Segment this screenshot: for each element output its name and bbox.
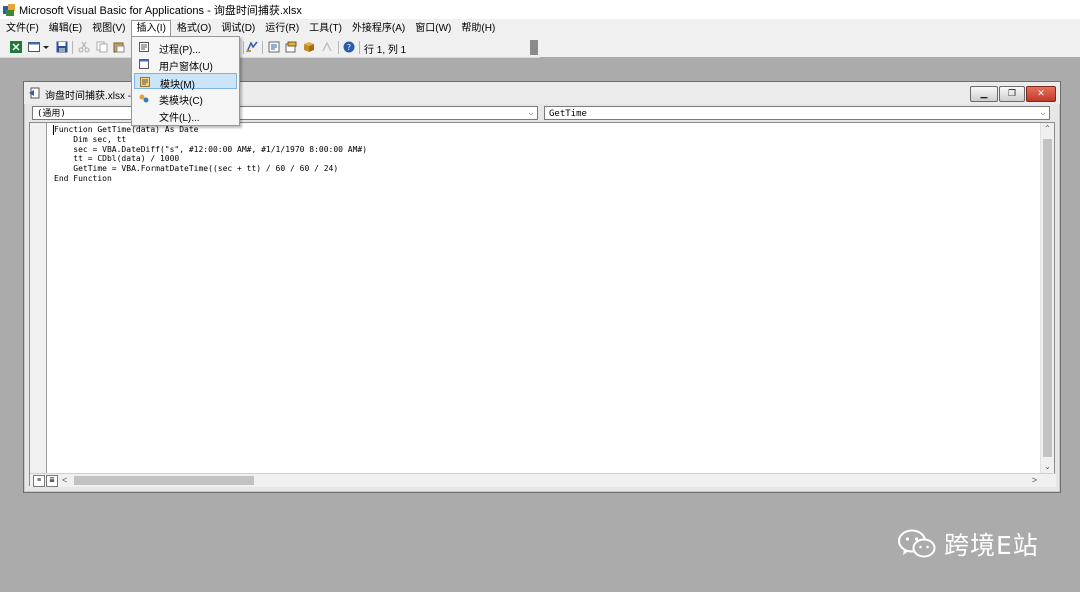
toolbar-band — [540, 38, 1080, 57]
code-window-title: 询盘时间捕获.xlsx - — [45, 91, 132, 102]
menu-file[interactable]: 文件(F) — [2, 20, 43, 37]
menu-run[interactable]: 运行(R) — [261, 20, 303, 37]
insert-procedure-label: 过程(P)... — [159, 45, 201, 56]
minimize-icon: ▁ — [980, 88, 988, 98]
project-explorer-icon[interactable] — [268, 41, 280, 53]
cut-icon[interactable] — [78, 41, 90, 53]
toolbox-icon[interactable] — [321, 41, 333, 53]
close-button[interactable]: ✕ — [1026, 86, 1056, 102]
insert-menu-dropdown: 过程(P)... 用户窗体(U) 模块(M) 类模块(C) 文件(L)... — [131, 36, 240, 126]
toolbar-separator — [338, 41, 339, 54]
insert-userform-icon[interactable] — [28, 41, 40, 53]
cursor-position: 行 1, 列 1 — [364, 45, 407, 56]
code-line: Dim sec, tt — [54, 134, 127, 144]
code-line: sec = VBA.DateDiff("s", #12:00:00 AM#, #… — [54, 144, 368, 154]
horizontal-scroll-thumb[interactable] — [74, 476, 254, 485]
dropdown-arrow-icon[interactable] — [43, 41, 49, 53]
object-browser-icon[interactable] — [303, 41, 315, 53]
save-icon[interactable] — [56, 41, 68, 53]
toolbar-grip[interactable] — [530, 40, 538, 55]
insert-module-item[interactable]: 模块(M) — [134, 73, 237, 91]
code-window-icon — [29, 87, 41, 99]
menu-view[interactable]: 视图(V) — [88, 20, 129, 37]
chevron-down-icon[interactable]: ⌵ — [526, 108, 536, 118]
insert-userform-item[interactable]: 用户窗体(U) — [134, 56, 237, 73]
restore-icon: ❐ — [1007, 88, 1017, 98]
title-bar: Microsoft Visual Basic for Applications … — [0, 0, 1080, 19]
class-module-icon — [139, 93, 149, 103]
design-mode-icon[interactable] — [246, 41, 258, 53]
watermark-text: 跨境E站 — [944, 531, 1039, 560]
window-title: Microsoft Visual Basic for Applications … — [19, 4, 302, 17]
code-line: Function GetTime(data) As Date — [54, 125, 199, 134]
menu-tools[interactable]: 工具(T) — [305, 20, 346, 37]
code-window: 询盘时间捕获.xlsx - ▁ ❐ ✕ (通用) ⌵ GetTime ⌵ Fun… — [23, 81, 1061, 493]
margin-indicator-bar[interactable] — [30, 123, 47, 473]
insert-module-label: 模块(M) — [160, 80, 195, 91]
copy-icon[interactable] — [96, 41, 108, 53]
vertical-scroll-thumb[interactable] — [1043, 139, 1052, 457]
scroll-up-icon[interactable]: ⌃ — [1041, 123, 1054, 135]
insert-file-label: 文件(L)... — [159, 113, 200, 124]
menu-debug[interactable]: 调试(D) — [217, 20, 259, 37]
restore-button[interactable]: ❐ — [999, 86, 1025, 102]
excel-view-icon[interactable] — [10, 41, 22, 53]
wechat-icon — [898, 529, 936, 559]
menu-help[interactable]: 帮助(H) — [457, 20, 499, 37]
insert-file-item[interactable]: 文件(L)... — [134, 107, 237, 124]
toolbar-separator — [359, 41, 360, 54]
standard-toolbar: ? 行 1, 列 1 — [0, 38, 540, 58]
close-icon: ✕ — [1037, 88, 1045, 98]
properties-window-icon[interactable] — [285, 41, 297, 53]
chevron-down-icon[interactable]: ⌵ — [1038, 108, 1048, 118]
scroll-down-icon[interactable]: ⌄ — [1041, 461, 1054, 473]
userform-icon — [139, 59, 149, 69]
code-line: GetTime = VBA.FormatDateTime((sec + tt) … — [54, 164, 339, 174]
minimize-button[interactable]: ▁ — [970, 86, 998, 102]
scroll-left-icon[interactable]: < — [62, 474, 67, 487]
code-line: End Function — [54, 173, 112, 183]
procedure-view-button[interactable]: ≡ — [33, 475, 45, 487]
insert-class-module-label: 类模块(C) — [159, 96, 203, 107]
procedure-combo[interactable]: GetTime ⌵ — [544, 106, 1050, 120]
paste-icon[interactable] — [113, 41, 125, 53]
vba-app-icon — [3, 3, 15, 16]
procedure-combo-value: GetTime — [549, 109, 587, 119]
menu-insert[interactable]: 插入(I) — [131, 19, 171, 38]
help-icon[interactable]: ? — [343, 41, 355, 53]
toolbar-separator — [262, 41, 263, 54]
vertical-scrollbar[interactable]: ⌃ ⌄ — [1040, 123, 1054, 473]
menu-addins[interactable]: 外接程序(A) — [348, 20, 409, 37]
insert-procedure-item[interactable]: 过程(P)... — [134, 39, 237, 56]
module-icon — [140, 77, 150, 87]
procedure-icon — [139, 42, 149, 52]
scroll-right-icon[interactable]: > — [1032, 474, 1037, 487]
code-editor[interactable]: Function GetTime(data) As Date Dim sec, … — [29, 122, 1056, 487]
object-combo-value: (通用) — [37, 109, 66, 119]
toolbar-separator — [72, 41, 73, 54]
menu-format[interactable]: 格式(O) — [173, 20, 215, 37]
object-combo[interactable]: (通用) ⌵ — [32, 106, 538, 120]
code-text[interactable]: Function GetTime(data) As Date Dim sec, … — [54, 125, 367, 184]
svg-text:?: ? — [347, 43, 351, 52]
toolbar-separator — [243, 41, 244, 54]
menu-window[interactable]: 窗口(W) — [411, 20, 455, 37]
full-module-view-button[interactable]: ≣ — [46, 475, 58, 487]
watermark: 跨境E站 — [898, 526, 1039, 562]
menu-edit[interactable]: 编辑(E) — [45, 20, 86, 37]
code-line: tt = CDbl(data) / 1000 — [54, 154, 180, 164]
insert-class-module-item[interactable]: 类模块(C) — [134, 90, 237, 107]
editor-bottom-bar: ≡ ≣ < > — [30, 473, 1056, 487]
insert-userform-label: 用户窗体(U) — [159, 62, 213, 73]
